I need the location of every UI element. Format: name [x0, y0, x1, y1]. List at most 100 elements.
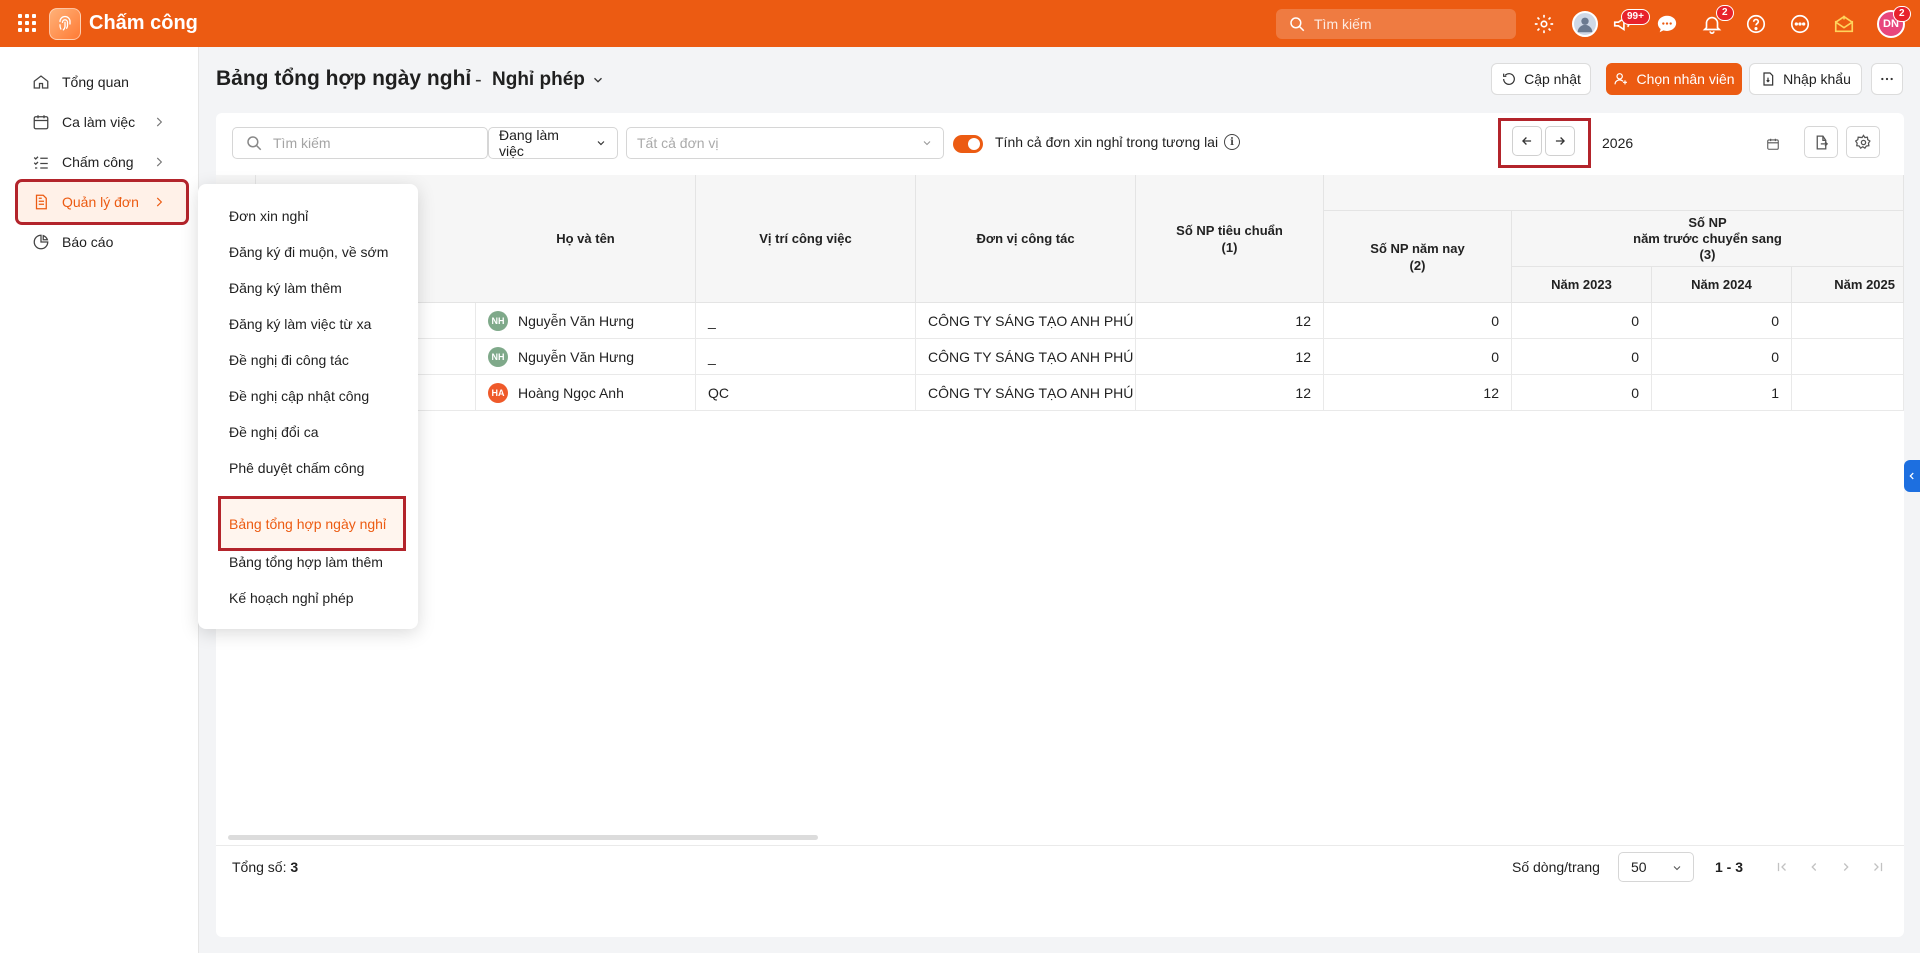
table-footer: Tổng số: 3 Số dòng/trang 50 1 - 3 — [216, 845, 1904, 889]
year-picker-input[interactable]: 2026 — [1593, 127, 1789, 159]
chat-icon[interactable] — [1654, 11, 1680, 37]
choose-employee-button[interactable]: Chọn nhân viên — [1606, 63, 1742, 95]
header-carried-over-title: Số NP — [1688, 214, 1727, 230]
employee-avatar: NH — [488, 346, 508, 367]
app-launcher-icon[interactable] — [18, 14, 36, 32]
header-standard-leave[interactable]: Số NP tiêu chuẩn (1) — [1136, 175, 1324, 303]
unit-cell: CÔNG TY SÁNG TẠO ANH PHÚ — [916, 303, 1136, 339]
next-year-button[interactable] — [1545, 126, 1575, 156]
sidebar-item-requests[interactable]: Quản lý đơn — [15, 179, 189, 225]
chevron-down-icon — [597, 141, 605, 146]
header-unit[interactable]: Đơn vị công tác — [916, 175, 1136, 303]
status-filter-select[interactable]: Đang làm việc — [488, 127, 618, 159]
sidebar-item-label: Quản lý đơn — [62, 194, 139, 210]
global-search-input[interactable]: Tìm kiếm — [1276, 9, 1516, 39]
side-panel-toggle[interactable] — [1904, 460, 1920, 492]
employee-name-cell[interactable]: HA Hoàng Ngọc Anh — [476, 375, 696, 411]
last-page-icon[interactable] — [1871, 860, 1885, 874]
menu-item-remote-work[interactable]: Đăng ký làm việc từ xa — [229, 316, 371, 332]
export-button[interactable] — [1804, 126, 1838, 158]
app-title[interactable]: Chấm công — [89, 12, 198, 35]
horizontal-scrollbar[interactable] — [228, 835, 818, 840]
total-count: Tổng số: 3 — [232, 859, 298, 875]
sidebar-item-label: Tổng quan — [62, 74, 129, 90]
standard-leave-cell: 12 — [1136, 303, 1324, 339]
table-settings-button[interactable] — [1846, 126, 1880, 158]
menu-item-shift-change[interactable]: Đề nghị đổi ca — [229, 424, 319, 440]
info-icon[interactable]: i — [1224, 134, 1241, 150]
menu-item-approve-attendance[interactable]: Phê duyệt chấm công — [229, 460, 364, 476]
sidebar-item-shifts[interactable]: Ca làm việc — [18, 102, 186, 142]
leave-type-label: Nghỉ phép — [492, 69, 585, 90]
current-year-leave-cell: 0 — [1324, 303, 1512, 339]
menu-item-overtime-summary[interactable]: Bảng tổng hợp làm thêm — [229, 554, 383, 570]
rows-per-page-select[interactable]: 50 — [1618, 852, 1694, 882]
position-cell: _ — [696, 339, 916, 375]
import-file-icon — [1763, 72, 1774, 86]
future-leave-toggle-label: Tính cả đơn xin nghỉ trong tương lai i — [995, 134, 1241, 150]
menu-item-leave-summary[interactable]: Bảng tổng hợp ngày nghỉ — [218, 496, 406, 551]
next-page-icon[interactable] — [1839, 860, 1853, 874]
total-value: 3 — [290, 859, 299, 875]
refresh-button[interactable]: Cập nhật — [1491, 63, 1591, 95]
sidebar-item-overview[interactable]: Tổng quan — [18, 62, 186, 102]
table-search-input[interactable]: Tìm kiếm — [232, 127, 488, 159]
total-label: Tổng số: — [232, 859, 287, 875]
header-current-year-leave[interactable]: Số NP năm nay (2) — [1324, 211, 1512, 303]
home-icon — [32, 73, 50, 91]
requests-submenu: Đơn xin nghỉ Đăng ký đi muộn, về sớm Đăn… — [198, 184, 418, 629]
unit-filter-select[interactable]: Tất cả đơn vị — [626, 127, 944, 159]
header-group-spacer — [1324, 175, 1904, 211]
header-year-2024[interactable]: Năm 2024 — [1652, 267, 1792, 303]
header-carried-over-group: Số NP năm trước chuyển sang (3) — [1512, 211, 1904, 267]
more-circle-icon[interactable] — [1787, 11, 1813, 37]
export-file-icon — [1816, 134, 1828, 150]
menu-item-overtime-register[interactable]: Đăng ký làm thêm — [229, 280, 342, 296]
more-horizontal-icon — [1881, 77, 1893, 81]
header-year-2023[interactable]: Năm 2023 — [1512, 267, 1652, 303]
employee-avatar: NH — [488, 310, 508, 331]
standard-leave-cell: 12 — [1136, 339, 1324, 375]
header-current-year-label: Số NP năm nay — [1370, 240, 1465, 256]
current-year-leave-cell: 12 — [1324, 375, 1512, 411]
settings-gear-icon[interactable] — [1531, 11, 1557, 37]
prev-year-button[interactable] — [1512, 126, 1542, 156]
employee-name-cell[interactable]: NH Nguyễn Văn Hưng — [476, 303, 696, 339]
refresh-icon — [1503, 73, 1516, 85]
user-avatar-small[interactable] — [1572, 11, 1598, 37]
header-position[interactable]: Vị trí công việc — [696, 175, 916, 303]
calendar-icon — [1767, 138, 1779, 150]
employee-avatar: HA — [488, 382, 508, 403]
header-year-2025[interactable]: Năm 2025 — [1792, 267, 1904, 303]
chevron-right-icon — [156, 157, 163, 167]
menu-item-leave-request[interactable]: Đơn xin nghỉ — [229, 208, 308, 224]
more-options-button[interactable] — [1871, 63, 1903, 95]
employee-name-cell[interactable]: NH Nguyễn Văn Hưng — [476, 339, 696, 375]
sidebar-item-label: Chấm công — [62, 154, 134, 170]
menu-item-business-trip[interactable]: Đề nghị đi công tác — [229, 352, 349, 368]
toggle-label-text: Tính cả đơn xin nghỉ trong tương lai — [995, 134, 1219, 150]
sidebar-item-timekeeping[interactable]: Chấm công — [18, 142, 186, 182]
help-icon[interactable] — [1743, 11, 1769, 37]
search-icon — [1290, 17, 1305, 32]
header-name[interactable]: Họ và tên — [476, 175, 696, 303]
gift-mail-icon[interactable] — [1831, 11, 1857, 37]
menu-item-leave-plan[interactable]: Kế hoạch nghỉ phép — [229, 590, 354, 606]
fingerprint-logo-icon — [49, 8, 81, 40]
future-leave-toggle[interactable] — [953, 135, 983, 153]
unit-cell: CÔNG TY SÁNG TẠO ANH PHÚ — [916, 375, 1136, 411]
menu-item-update-attendance[interactable]: Đề nghị cập nhật công — [229, 388, 369, 404]
import-button[interactable]: Nhập khẩu — [1749, 63, 1862, 95]
employee-name: Hoàng Ngọc Anh — [518, 384, 624, 401]
prev-page-icon[interactable] — [1807, 860, 1821, 874]
sidebar-item-reports[interactable]: Báo cáo — [18, 222, 186, 262]
chevron-right-icon — [156, 117, 163, 127]
leave-2024-cell: 0 — [1652, 339, 1792, 375]
menu-item-late-early[interactable]: Đăng ký đi muộn, về sớm — [229, 244, 388, 260]
sidebar: Tổng quan Ca làm việc Chấm công Quản lý … — [0, 47, 199, 953]
header-standard-leave-label: Số NP tiêu chuẩn — [1176, 222, 1283, 238]
chevron-down-icon — [1673, 866, 1681, 871]
first-page-icon[interactable] — [1775, 860, 1789, 874]
header-carried-over-number: (3) — [1699, 246, 1716, 262]
leave-type-selector[interactable]: Nghỉ phép — [492, 69, 605, 91]
